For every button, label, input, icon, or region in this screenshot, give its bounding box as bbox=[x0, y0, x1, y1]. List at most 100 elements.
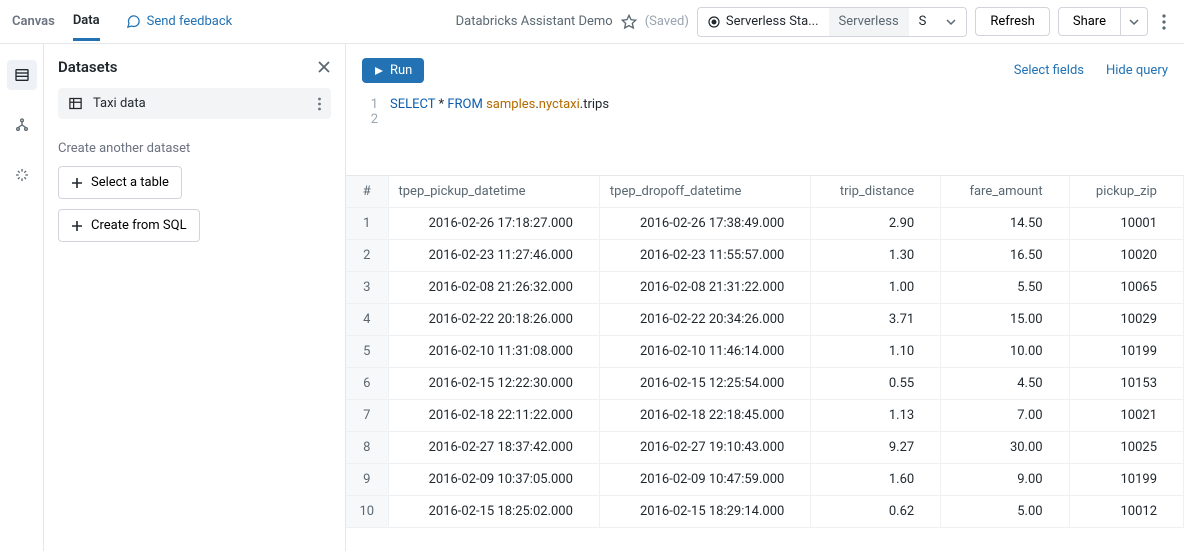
cluster-name: Serverless Sta... bbox=[698, 8, 829, 36]
rail-schema-icon[interactable] bbox=[7, 110, 37, 140]
tab-canvas[interactable]: Canvas bbox=[12, 4, 55, 39]
cluster-chevron[interactable] bbox=[936, 8, 966, 36]
col-dropoff[interactable]: tpep_dropoff_datetime bbox=[599, 176, 810, 208]
dataset-item-menu[interactable] bbox=[318, 97, 321, 111]
table-row[interactable]: 42016-02-22 20:18:26.0002016-02-22 20:34… bbox=[346, 304, 1184, 336]
page-title: Databricks Assistant Demo bbox=[456, 14, 613, 29]
cell-fare: 15.00 bbox=[941, 304, 1069, 336]
cell-dropoff: 2016-02-15 12:25:54.000 bbox=[599, 368, 810, 400]
cell-pickup: 2016-02-15 12:22:30.000 bbox=[388, 368, 599, 400]
table-row[interactable]: 52016-02-10 11:31:08.0002016-02-10 11:46… bbox=[346, 336, 1184, 368]
cell-fare: 4.50 bbox=[941, 368, 1069, 400]
table-row[interactable]: 62016-02-15 12:22:30.0002016-02-15 12:25… bbox=[346, 368, 1184, 400]
cell-dropoff: 2016-02-10 11:46:14.000 bbox=[599, 336, 810, 368]
cell-zip: 10065 bbox=[1069, 272, 1183, 304]
cell-index: 9 bbox=[346, 464, 388, 496]
col-trip-distance[interactable]: trip_distance bbox=[811, 176, 941, 208]
cell-zip: 10012 bbox=[1069, 496, 1183, 528]
col-pickup[interactable]: tpep_pickup_datetime bbox=[388, 176, 599, 208]
cell-distance: 0.55 bbox=[811, 368, 941, 400]
cell-fare: 5.00 bbox=[941, 496, 1069, 528]
cell-fare: 14.50 bbox=[941, 208, 1069, 240]
cell-distance: 9.27 bbox=[811, 432, 941, 464]
cell-fare: 5.50 bbox=[941, 272, 1069, 304]
results-table[interactable]: # tpep_pickup_datetime tpep_dropoff_date… bbox=[346, 175, 1184, 528]
cell-distance: 1.10 bbox=[811, 336, 941, 368]
col-fare-amount[interactable]: fare_amount bbox=[941, 176, 1069, 208]
table-row[interactable]: 102016-02-15 18:25:02.0002016-02-15 18:2… bbox=[346, 496, 1184, 528]
select-table-button[interactable]: Select a table bbox=[58, 166, 182, 199]
chevron-down-icon bbox=[946, 17, 956, 27]
cell-dropoff: 2016-02-15 18:29:14.000 bbox=[599, 496, 810, 528]
topbar: Canvas Data Send feedback Databricks Ass… bbox=[0, 0, 1184, 44]
cell-dropoff: 2016-02-27 19:10:43.000 bbox=[599, 432, 810, 464]
refresh-button[interactable]: Refresh bbox=[975, 7, 1049, 36]
cell-distance: 0.62 bbox=[811, 496, 941, 528]
dataset-item[interactable]: Taxi data bbox=[58, 88, 331, 119]
star-icon[interactable] bbox=[621, 14, 637, 30]
rail-data-icon[interactable] bbox=[7, 60, 37, 90]
cell-index: 3 bbox=[346, 272, 388, 304]
main-panel: Run Select fields Hide query 1 SELECT * … bbox=[346, 44, 1184, 551]
tab-data[interactable]: Data bbox=[73, 3, 100, 41]
cell-zip: 10025 bbox=[1069, 432, 1183, 464]
send-feedback-link[interactable]: Send feedback bbox=[126, 14, 233, 29]
cell-index: 10 bbox=[346, 496, 388, 528]
datasets-sidebar: Datasets Taxi data Create another datase… bbox=[44, 44, 346, 551]
share-button[interactable]: Share bbox=[1058, 7, 1121, 36]
cell-pickup: 2016-02-27 18:37:42.000 bbox=[388, 432, 599, 464]
cell-distance: 3.71 bbox=[811, 304, 941, 336]
cell-distance: 1.13 bbox=[811, 400, 941, 432]
col-index[interactable]: # bbox=[346, 176, 388, 208]
cell-dropoff: 2016-02-09 10:47:59.000 bbox=[599, 464, 810, 496]
table-row[interactable]: 12016-02-26 17:18:27.0002016-02-26 17:38… bbox=[346, 208, 1184, 240]
cell-dropoff: 2016-02-22 20:34:26.000 bbox=[599, 304, 810, 336]
create-from-sql-button[interactable]: Create from SQL bbox=[58, 209, 200, 242]
cell-zip: 10029 bbox=[1069, 304, 1183, 336]
cell-fare: 10.00 bbox=[941, 336, 1069, 368]
cell-pickup: 2016-02-23 11:27:46.000 bbox=[388, 240, 599, 272]
table-header-row: # tpep_pickup_datetime tpep_dropoff_date… bbox=[346, 176, 1184, 208]
more-menu-icon[interactable] bbox=[1156, 10, 1172, 34]
sql-editor[interactable]: 1 SELECT * FROM samples.nyctaxi.trips 2 bbox=[362, 97, 1168, 167]
close-icon[interactable] bbox=[317, 60, 331, 74]
cell-fare: 9.00 bbox=[941, 464, 1069, 496]
cluster-tier: Serverless bbox=[829, 8, 909, 36]
line-number: 1 bbox=[362, 97, 390, 112]
cell-zip: 10020 bbox=[1069, 240, 1183, 272]
chevron-down-icon bbox=[1129, 17, 1139, 27]
table-row[interactable]: 32016-02-08 21:26:32.0002016-02-08 21:31… bbox=[346, 272, 1184, 304]
share-button-group: Share bbox=[1058, 7, 1148, 36]
left-rail bbox=[0, 44, 44, 551]
cell-fare: 7.00 bbox=[941, 400, 1069, 432]
cell-pickup: 2016-02-09 10:37:05.000 bbox=[388, 464, 599, 496]
cell-distance: 1.60 bbox=[811, 464, 941, 496]
cell-distance: 1.00 bbox=[811, 272, 941, 304]
select-fields-link[interactable]: Select fields bbox=[1014, 63, 1084, 78]
cell-pickup: 2016-02-22 20:18:26.000 bbox=[388, 304, 599, 336]
cluster-selector[interactable]: Serverless Sta... Serverless S bbox=[697, 7, 968, 37]
radio-on-icon bbox=[708, 16, 720, 28]
cluster-size: S bbox=[909, 8, 937, 36]
cell-dropoff: 2016-02-18 22:18:45.000 bbox=[599, 400, 810, 432]
table-row[interactable]: 92016-02-09 10:37:05.0002016-02-09 10:47… bbox=[346, 464, 1184, 496]
cell-dropoff: 2016-02-26 17:38:49.000 bbox=[599, 208, 810, 240]
hide-query-link[interactable]: Hide query bbox=[1106, 63, 1168, 78]
cell-pickup: 2016-02-26 17:18:27.000 bbox=[388, 208, 599, 240]
share-dropdown[interactable] bbox=[1121, 7, 1148, 36]
cell-zip: 10153 bbox=[1069, 368, 1183, 400]
rail-sparkle-icon[interactable] bbox=[7, 160, 37, 190]
cell-index: 6 bbox=[346, 368, 388, 400]
run-button[interactable]: Run bbox=[362, 58, 424, 83]
table-row[interactable]: 82016-02-27 18:37:42.0002016-02-27 19:10… bbox=[346, 432, 1184, 464]
line-number: 2 bbox=[362, 112, 390, 127]
table-row[interactable]: 22016-02-23 11:27:46.0002016-02-23 11:55… bbox=[346, 240, 1184, 272]
table-row[interactable]: 72016-02-18 22:11:22.0002016-02-18 22:18… bbox=[346, 400, 1184, 432]
cell-index: 7 bbox=[346, 400, 388, 432]
col-pickup-zip[interactable]: pickup_zip bbox=[1069, 176, 1183, 208]
cell-distance: 1.30 bbox=[811, 240, 941, 272]
plus-icon bbox=[71, 220, 83, 232]
table-icon bbox=[68, 96, 83, 111]
cell-index: 5 bbox=[346, 336, 388, 368]
cell-zip: 10001 bbox=[1069, 208, 1183, 240]
